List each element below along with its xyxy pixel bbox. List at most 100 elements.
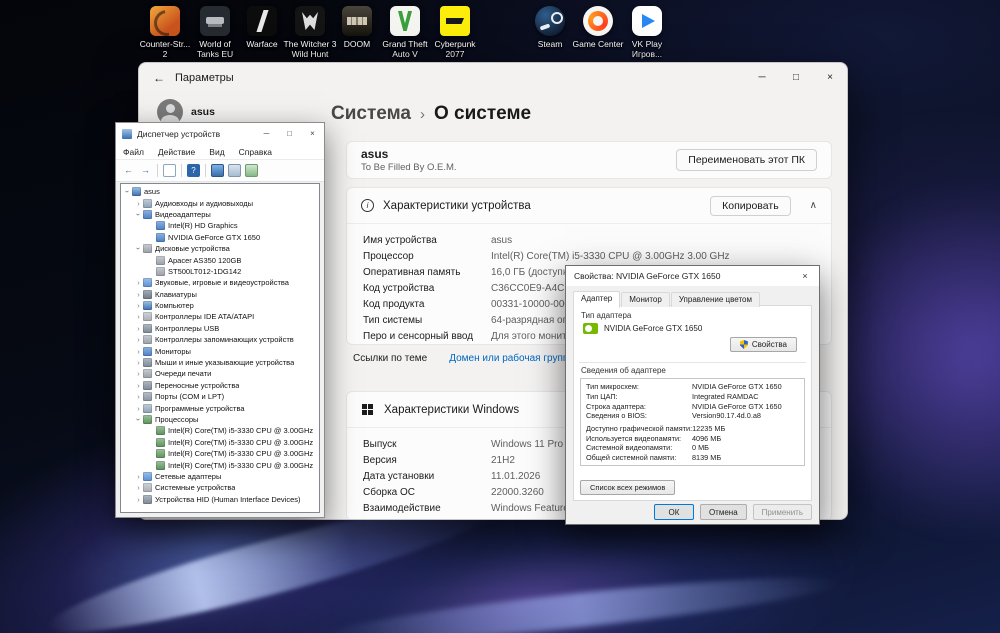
tree-item-audio[interactable]: Аудиовходы и аудиовыходы — [121, 197, 319, 208]
copy-button[interactable]: Копировать — [710, 195, 791, 216]
tree-label: Программные устройства — [155, 403, 245, 413]
desktop-icon-vk-play[interactable]: VK Play Игров... — [619, 6, 675, 59]
tree-label: Контроллеры IDE ATA/ATAPI — [155, 312, 255, 322]
maximize-icon[interactable]: □ — [779, 63, 813, 92]
tree-item-network-adapters[interactable]: Сетевые адаптеры — [121, 471, 319, 482]
back-icon[interactable]: ← — [122, 164, 135, 177]
apply-button[interactable]: Применить — [752, 504, 812, 520]
forward-icon[interactable]: → — [139, 164, 152, 177]
minimize-icon[interactable]: ─ — [745, 63, 779, 92]
tab-adapter[interactable]: Адаптер — [573, 291, 621, 308]
tree-item-cpu-core[interactable]: Intel(R) Core(TM) i5-3330 CPU @ 3.00GHz — [121, 437, 319, 448]
document-icon[interactable] — [163, 164, 176, 177]
chevron-expanded-icon[interactable] — [134, 244, 143, 253]
chevron-collapsed-icon[interactable] — [134, 404, 143, 413]
pc-name-card: asus To Be Filled By O.E.M. Переименоват… — [346, 141, 832, 179]
tree-item-apacer[interactable]: Apacer AS350 120GB — [121, 254, 319, 265]
menu-file[interactable]: Файл — [116, 147, 151, 157]
chevron-collapsed-icon[interactable] — [134, 392, 143, 401]
menu-view[interactable]: Вид — [202, 147, 231, 157]
tree-item-video-adapters[interactable]: Видеоадаптеры — [121, 209, 319, 220]
dialog-titlebar[interactable]: Свойства: NVIDIA GeForce GTX 1650 — [566, 266, 819, 286]
tree-item-intel-hd[interactable]: Intel(R) HD Graphics — [121, 220, 319, 231]
properties-button[interactable]: Свойства — [729, 337, 797, 352]
info-label: Тип ЦАП: — [586, 392, 618, 402]
chevron-collapsed-icon[interactable] — [134, 369, 143, 378]
update-driver-icon[interactable] — [245, 164, 258, 177]
tree-item-print-queues[interactable]: Очереди печати — [121, 368, 319, 379]
chevron-collapsed-icon[interactable] — [134, 290, 143, 299]
chevron-collapsed-icon[interactable] — [134, 483, 143, 492]
chevron-expanded-icon[interactable] — [134, 210, 143, 219]
close-icon[interactable]: × — [301, 123, 324, 144]
menu-help[interactable]: Справка — [232, 147, 279, 157]
tree-item-monitors[interactable]: Мониторы — [121, 345, 319, 356]
settings-titlebar[interactable]: ← Параметры — [139, 63, 847, 93]
tree-item-hid-devices[interactable]: Устройства HID (Human Interface Devices) — [121, 494, 319, 505]
maximize-icon[interactable]: □ — [278, 123, 301, 144]
close-icon[interactable]: × — [791, 266, 819, 286]
back-icon[interactable]: ← — [153, 71, 165, 85]
tree-item-cpu-core[interactable]: Intel(R) Core(TM) i5-3330 CPU @ 3.00GHz — [121, 459, 319, 470]
tree-item-ports[interactable]: Порты (COM и LPT) — [121, 391, 319, 402]
chevron-collapsed-icon[interactable] — [134, 199, 143, 208]
tree-label: ST500LT012-1DG142 — [168, 266, 242, 276]
tab-color-management[interactable]: Управление цветом — [670, 292, 760, 307]
chevron-collapsed-icon[interactable] — [134, 301, 143, 310]
adapter-info-box: Тип микросхем: NVIDIA GeForce GTX 1650 Ти… — [580, 378, 805, 466]
menu-action[interactable]: Действие — [151, 147, 202, 157]
device-manager-titlebar[interactable]: Диспетчер устройств ─ □ × — [116, 123, 324, 144]
tree-label: Видеоадаптеры — [155, 209, 211, 219]
desktop-icon-game-center[interactable]: Game Center — [570, 6, 626, 49]
tree-item-disk-drives[interactable]: Дисковые устройства — [121, 243, 319, 254]
tree-item-nvidia-gtx1650[interactable]: NVIDIA GeForce GTX 1650 — [121, 232, 319, 243]
chevron-collapsed-icon[interactable] — [134, 472, 143, 481]
tree-label: Аудиовходы и аудиовыходы — [155, 198, 254, 208]
tree-item-cpu-core[interactable]: Intel(R) Core(TM) i5-3330 CPU @ 3.00GHz — [121, 448, 319, 459]
tree-item-asus[interactable]: asus — [121, 186, 319, 197]
doom-icon — [342, 6, 372, 36]
chevron-up-icon[interactable]: ∧ — [810, 200, 817, 211]
chevron-expanded-icon[interactable] — [123, 187, 132, 196]
tree-item-sound[interactable]: Звуковые, игровые и видеоустройства — [121, 277, 319, 288]
tree-item-processors[interactable]: Процессоры — [121, 414, 319, 425]
help-icon[interactable]: ? — [187, 164, 200, 177]
chevron-collapsed-icon[interactable] — [134, 335, 143, 344]
tree-item-keyboards[interactable]: Клавиатуры — [121, 289, 319, 300]
tree-item-storage-controllers[interactable]: Контроллеры запоминающих устройств — [121, 334, 319, 345]
tree-item-computer[interactable]: Компьютер — [121, 300, 319, 311]
info-value: NVIDIA GeForce GTX 1650 — [692, 382, 782, 392]
desktop-icon-cyberpunk[interactable]: Cyberpunk 2077 — [427, 6, 483, 59]
chevron-collapsed-icon[interactable] — [134, 324, 143, 333]
breadcrumb-system[interactable]: Система — [331, 103, 411, 125]
chevron-collapsed-icon[interactable] — [134, 358, 143, 367]
rename-pc-button[interactable]: Переименовать этот ПК — [676, 149, 817, 171]
tab-monitor[interactable]: Монитор — [621, 292, 670, 307]
chevron-collapsed-icon[interactable] — [134, 312, 143, 321]
minimize-icon[interactable]: ─ — [255, 123, 278, 144]
tree-item-software-devices[interactable]: Программные устройства — [121, 402, 319, 413]
tree-item-ide-controllers[interactable]: Контроллеры IDE ATA/ATAPI — [121, 311, 319, 322]
tree-item-portable-devices[interactable]: Переносные устройства — [121, 380, 319, 391]
computer-icon[interactable] — [211, 164, 224, 177]
cancel-button[interactable]: Отмена — [699, 504, 747, 520]
chevron-collapsed-icon[interactable] — [134, 278, 143, 287]
close-icon[interactable]: × — [813, 63, 847, 92]
scan-hardware-icon[interactable] — [228, 164, 241, 177]
desktop-icon-gta-v[interactable]: Grand Theft Auto V — [377, 6, 433, 59]
chevron-expanded-icon[interactable] — [134, 415, 143, 424]
chevron-collapsed-icon[interactable] — [134, 347, 143, 356]
tree-item-usb-controllers[interactable]: Контроллеры USB — [121, 323, 319, 334]
ok-button[interactable]: ОК — [653, 504, 694, 520]
tree-item-st500[interactable]: ST500LT012-1DG142 — [121, 266, 319, 277]
desktop-icon-counter-strike-2[interactable]: Counter-Str... 2 — [137, 6, 193, 59]
list-all-modes-button[interactable]: Список всех режимов — [580, 480, 676, 495]
computer-icon — [143, 301, 152, 311]
tree-item-mice[interactable]: Мыши и иные указывающие устройства — [121, 357, 319, 368]
tree-item-system-devices[interactable]: Системные устройства — [121, 482, 319, 493]
chevron-collapsed-icon[interactable] — [134, 381, 143, 390]
chevron-collapsed-icon[interactable] — [134, 495, 143, 504]
tree-item-cpu-core[interactable]: Intel(R) Core(TM) i5-3330 CPU @ 3.00GHz — [121, 425, 319, 436]
domain-workgroup-link[interactable]: Домен или рабочая группа — [449, 353, 574, 364]
device-specs-header[interactable]: i Характеристики устройства Копировать ∧ — [347, 188, 831, 224]
